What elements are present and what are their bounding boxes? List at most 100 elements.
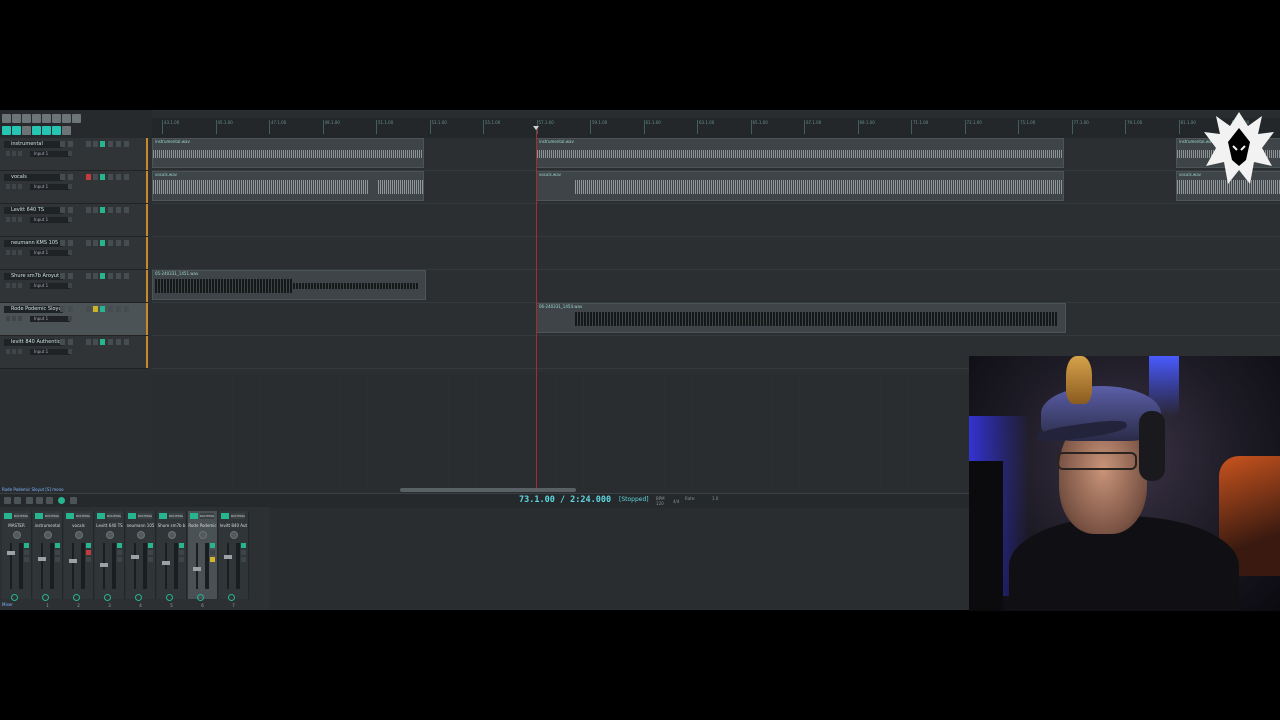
fader-cap[interactable]	[131, 555, 139, 559]
undo-icon[interactable]	[42, 114, 51, 123]
solo-button[interactable]	[24, 550, 29, 555]
monitor-icon[interactable]	[6, 151, 10, 156]
phase-icon[interactable]	[108, 141, 113, 147]
mute-button[interactable]	[241, 543, 246, 548]
track-input[interactable]: Input 1	[30, 250, 70, 256]
play-icon[interactable]	[18, 151, 22, 156]
play-icon[interactable]	[36, 497, 43, 504]
env-icon[interactable]	[116, 240, 121, 246]
pan-knob[interactable]	[75, 531, 83, 539]
record-arm-icon[interactable]	[104, 594, 111, 601]
solo-button[interactable]	[179, 550, 184, 555]
pan-knob[interactable]	[199, 531, 207, 539]
mute-button[interactable]	[86, 543, 91, 548]
record-arm-icon[interactable]	[135, 594, 142, 601]
pan-knob[interactable]	[168, 531, 176, 539]
time-signature[interactable]: 4/4	[673, 499, 679, 504]
play-icon[interactable]	[18, 316, 22, 321]
volume-fader[interactable]	[196, 543, 198, 589]
fx-button[interactable]	[221, 513, 229, 519]
pan-knob[interactable]	[44, 531, 52, 539]
solo-button[interactable]	[117, 550, 122, 555]
pause-icon[interactable]	[46, 497, 53, 504]
solo-button[interactable]	[148, 550, 153, 555]
monitor-icon[interactable]	[6, 217, 10, 222]
media-item[interactable]: 05-240331_1451.wav	[152, 270, 426, 300]
mute-button[interactable]	[86, 339, 91, 345]
route-icon[interactable]	[60, 207, 65, 213]
arm-button[interactable]	[241, 557, 246, 562]
envelope-icon[interactable]	[42, 126, 51, 135]
fx-button[interactable]	[100, 207, 105, 213]
monitor-icon[interactable]	[6, 349, 10, 354]
fx-button[interactable]	[97, 513, 105, 519]
horizontal-scrollbar[interactable]	[400, 488, 576, 492]
pan-icon[interactable]	[124, 207, 129, 213]
routing-button[interactable]: ROUTING	[76, 513, 90, 519]
fx-icon[interactable]	[68, 273, 73, 279]
phase-icon[interactable]	[108, 174, 113, 180]
fx-icon[interactable]	[68, 240, 73, 246]
lane-neumann[interactable]	[152, 237, 1280, 270]
record-arm-icon[interactable]	[11, 594, 18, 601]
arm-button[interactable]	[179, 557, 184, 562]
vol-knob[interactable]	[68, 184, 72, 189]
record-arm-icon[interactable]	[73, 594, 80, 601]
routing-button[interactable]: ROUTING	[45, 513, 59, 519]
track-header[interactable]: Levitt 640 TS Input 1	[0, 204, 148, 237]
edit-cursor[interactable]	[536, 128, 537, 490]
lane-shure[interactable]: 05-240331_1451.wav	[152, 270, 1280, 303]
pan-icon[interactable]	[124, 306, 129, 312]
go-to-start-icon[interactable]	[4, 497, 11, 504]
track-name[interactable]: Rode Podemic Sloyut	[4, 306, 63, 313]
play-icon[interactable]	[18, 184, 22, 189]
fx-icon[interactable]	[68, 207, 73, 213]
mute-button[interactable]	[86, 207, 91, 213]
mixer-strip[interactable]: ROUTING vocals 2	[64, 511, 94, 608]
mixer-tab[interactable]: Mixer	[2, 602, 13, 607]
fx-button[interactable]	[100, 273, 105, 279]
arm-button[interactable]	[210, 557, 215, 562]
phase-icon[interactable]	[108, 207, 113, 213]
vol-knob[interactable]	[68, 151, 72, 156]
solo-button[interactable]	[93, 273, 98, 279]
redo-icon[interactable]	[52, 114, 61, 123]
mute-button[interactable]	[86, 273, 91, 279]
monitor-icon[interactable]	[6, 316, 10, 321]
media-item[interactable]: vocals.wav	[536, 171, 1064, 201]
record-arm-icon[interactable]	[58, 497, 65, 504]
record-mode-icon[interactable]	[12, 184, 16, 189]
go-to-end-icon[interactable]	[14, 497, 21, 504]
record-arm-icon[interactable]	[228, 594, 235, 601]
grid-icon[interactable]	[2, 126, 11, 135]
route-icon[interactable]	[60, 141, 65, 147]
pan-icon[interactable]	[124, 240, 129, 246]
mute-button[interactable]	[86, 240, 91, 246]
phase-icon[interactable]	[108, 339, 113, 345]
phase-icon[interactable]	[108, 306, 113, 312]
mixer-strip[interactable]: ROUTING Levitt 640 TS 3	[95, 511, 125, 608]
pan-knob[interactable]	[230, 531, 238, 539]
record-arm-icon[interactable]	[166, 594, 173, 601]
snap-icon[interactable]	[72, 114, 81, 123]
play-icon[interactable]	[18, 217, 22, 222]
timeline-ruler[interactable]: 43.1.00 45.1.00 47.1.00 49.1.00 51.1.00 53.1.…	[152, 118, 1280, 139]
mute-button[interactable]	[55, 543, 60, 548]
mute-button[interactable]	[179, 543, 184, 548]
new-project-icon[interactable]	[2, 114, 11, 123]
item-group-icon[interactable]	[52, 126, 61, 135]
mixer-strip[interactable]: ROUTING MASTER	[2, 511, 32, 601]
solo-button[interactable]	[241, 550, 246, 555]
pan-knob[interactable]	[106, 531, 114, 539]
volume-fader[interactable]	[10, 543, 12, 589]
fx-button[interactable]	[66, 513, 74, 519]
fader-cap[interactable]	[162, 561, 170, 565]
save-project-icon[interactable]	[22, 114, 31, 123]
play-icon[interactable]	[18, 283, 22, 288]
track-name[interactable]: Levitt 640 TS	[4, 207, 63, 214]
solo-button[interactable]	[93, 141, 98, 147]
auto-crossfade-icon[interactable]	[22, 126, 31, 135]
track-header[interactable]: instrumental Input 1	[0, 138, 148, 171]
record-mode-icon[interactable]	[12, 151, 16, 156]
fader-cap[interactable]	[7, 551, 15, 555]
